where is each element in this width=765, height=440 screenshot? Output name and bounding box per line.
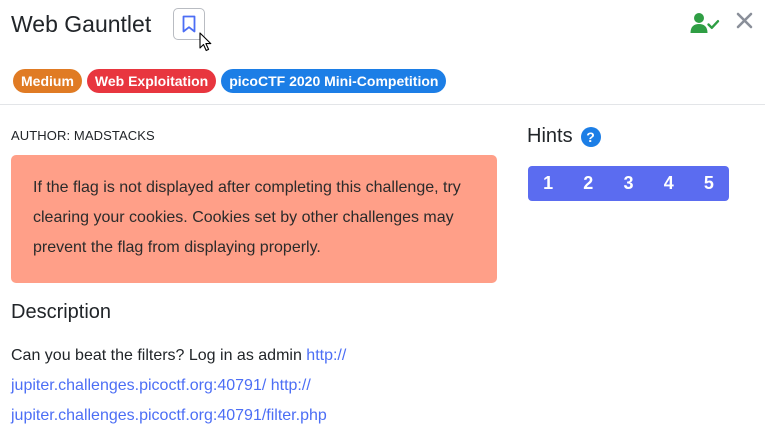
difficulty-tag[interactable]: Medium [13, 69, 82, 93]
hint-button-5[interactable]: 5 [689, 166, 729, 201]
cookie-warning-alert: If the flag is not displayed after compl… [11, 155, 497, 283]
header-divider [0, 104, 765, 105]
hint-button-2[interactable]: 2 [568, 166, 608, 201]
mouse-cursor-icon [199, 32, 212, 52]
description-text: Can you beat the filters? Log in as admi… [11, 341, 491, 431]
help-icon[interactable]: ? [580, 126, 601, 147]
category-tag[interactable]: Web Exploitation [86, 69, 217, 93]
description-heading: Description [11, 301, 112, 323]
user-check-icon[interactable] [690, 12, 720, 34]
hint-button-group: 1 2 3 4 5 [528, 166, 729, 201]
tag-list: Medium Web Exploitation picoCTF 2020 Min… [13, 69, 447, 93]
hint-button-4[interactable]: 4 [649, 166, 689, 201]
hint-button-1[interactable]: 1 [528, 166, 568, 201]
hints-section-header: Hints ? [527, 125, 601, 148]
close-icon[interactable] [736, 12, 753, 29]
hints-heading: Hints [527, 125, 573, 147]
author-label: AUTHOR: MADSTACKS [11, 128, 155, 143]
hint-button-3[interactable]: 3 [608, 166, 648, 201]
challenge-title: Web Gauntlet [11, 11, 152, 37]
description-intro: Can you beat the filters? Log in as admi… [11, 347, 302, 364]
event-tag[interactable]: picoCTF 2020 Mini-Competition [221, 69, 447, 93]
bookmark-icon [182, 15, 196, 33]
